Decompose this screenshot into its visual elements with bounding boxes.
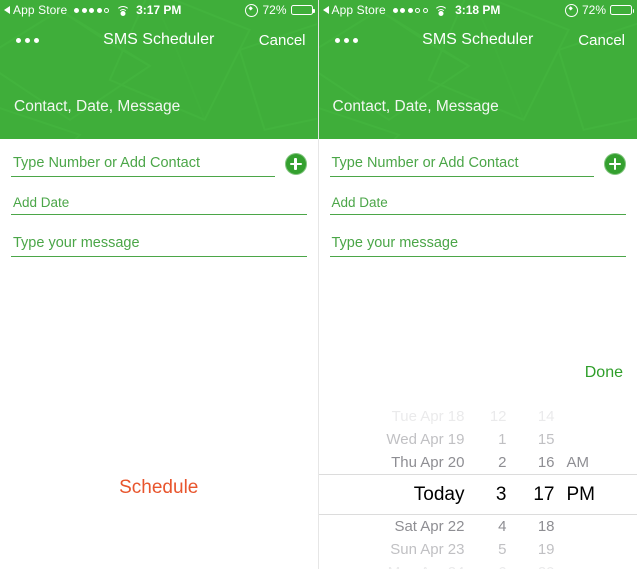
picker-hour-cell: 2 (498, 454, 507, 471)
status-time: 3:18 PM (455, 3, 501, 17)
header-subtitle: Contact, Date, Message (14, 98, 181, 115)
picker-rows[interactable]: Tue Apr 18 12 14 Wed Apr 19 1 15 Thu Apr 20 2 16… (318, 405, 637, 569)
picker-row[interactable]: Tue Apr 18 12 14 (319, 405, 637, 428)
picker-row[interactable]: Wed Apr 19 1 15 (319, 428, 637, 451)
picker-row[interactable]: Mon Apr 24620 (319, 561, 637, 569)
sms-form-right: Type Number or Add Contact Add Date Type… (319, 153, 637, 257)
message-field-row: Type your message (329, 235, 626, 257)
picker-date-cell: Sun Apr 23 (390, 541, 465, 558)
picker-date-cell: Wed Apr 19 (386, 431, 465, 448)
picker-ampm-cell: PM (566, 483, 596, 505)
picker-minute-cell: 19 (537, 541, 555, 558)
plus-circle-icon[interactable] (284, 153, 307, 175)
green-header-right: App Store 3:18 PM 72% SMS Scheduler Canc… (318, 0, 637, 139)
picker-hour-cell: 4 (498, 518, 507, 535)
battery-icon (610, 5, 634, 15)
date-field-row: Add Date (329, 195, 626, 215)
picker-toolbar: Done (319, 359, 637, 387)
picker-row-selected[interactable]: Today 3 17 PM (318, 474, 637, 515)
contact-field-row: Type Number or Add Contact (329, 153, 626, 177)
nav-bar-right: SMS Scheduler Cancel (319, 20, 637, 60)
status-bar-left: App Store 3:17 PM 72% (0, 0, 318, 20)
message-input[interactable]: Type your message (329, 235, 626, 257)
picker-row[interactable]: Sun Apr 23 5 19 (319, 538, 637, 561)
picker-date-cell: Sat Apr 22 (394, 518, 465, 535)
screen-right: App Store 3:18 PM 72% SMS Scheduler Canc… (317, 0, 637, 569)
location-arrow-icon (564, 3, 578, 17)
picker-minute-cell: 15 (537, 431, 555, 448)
more-dots-icon[interactable] (331, 32, 362, 49)
contact-input[interactable]: Type Number or Add Contact (11, 155, 275, 177)
message-input[interactable]: Type your message (11, 235, 307, 257)
plus-circle-icon[interactable] (604, 153, 626, 175)
picker-hour-cell: 6 (465, 564, 506, 569)
picker-minute-cell: 16 (537, 454, 555, 471)
header-subtitle: Contact, Date, Message (332, 98, 499, 115)
message-field-row: Type your message (11, 235, 307, 257)
screen-left: App Store 3:17 PM 72% SMS Scheduler Canc… (0, 0, 318, 569)
done-button[interactable]: Done (585, 364, 623, 382)
schedule-button[interactable]: Schedule (0, 477, 318, 499)
location-arrow-icon (245, 3, 259, 17)
picker-date-cell: Today (413, 483, 465, 505)
picker-ampm-cell: AM (566, 454, 590, 471)
nav-bar-left: SMS Scheduler Cancel (0, 20, 318, 60)
cancel-button[interactable]: Cancel (578, 32, 625, 49)
picker-minute-cell: 20 (507, 564, 555, 569)
cancel-button[interactable]: Cancel (259, 32, 306, 49)
datetime-picker[interactable]: Tue Apr 18 12 14 Wed Apr 19 1 15 Thu Apr 20 2 16… (318, 405, 637, 569)
picker-hour-cell: 5 (498, 541, 507, 558)
status-bar-right: App Store 3:18 PM 72% (319, 0, 637, 20)
picker-date-cell: Mon Apr 24 (319, 564, 465, 569)
date-field-row: Add Date (11, 195, 307, 215)
picker-minute-cell: 14 (537, 408, 555, 425)
battery-icon (290, 5, 315, 15)
date-input[interactable]: Add Date (11, 195, 307, 215)
picker-date-cell: Tue Apr 18 (391, 408, 465, 425)
green-header-left: App Store 3:17 PM 72% SMS Scheduler Canc… (0, 0, 318, 139)
picker-date-cell: Thu Apr 20 (391, 454, 465, 471)
picker-minute-cell: 18 (537, 518, 555, 535)
contact-field-row: Type Number or Add Contact (11, 153, 307, 177)
picker-hour-cell: 12 (489, 408, 507, 425)
status-time: 3:17 PM (136, 3, 182, 17)
dual-screenshot-comparison: App Store 3:17 PM 72% SMS Scheduler Canc… (0, 0, 637, 569)
contact-input[interactable]: Type Number or Add Contact (329, 155, 594, 177)
picker-row[interactable]: Sat Apr 22 4 18 (319, 515, 637, 538)
picker-minute-cell: 17 (533, 483, 555, 505)
sms-form-left: Type Number or Add Contact Add Date Type… (0, 153, 318, 257)
picker-row[interactable]: Thu Apr 20 2 16 AM (319, 451, 637, 474)
date-input[interactable]: Add Date (329, 195, 626, 215)
picker-hour-cell: 3 (495, 483, 507, 505)
picker-hour-cell: 1 (498, 431, 507, 448)
more-dots-icon[interactable] (12, 32, 43, 49)
